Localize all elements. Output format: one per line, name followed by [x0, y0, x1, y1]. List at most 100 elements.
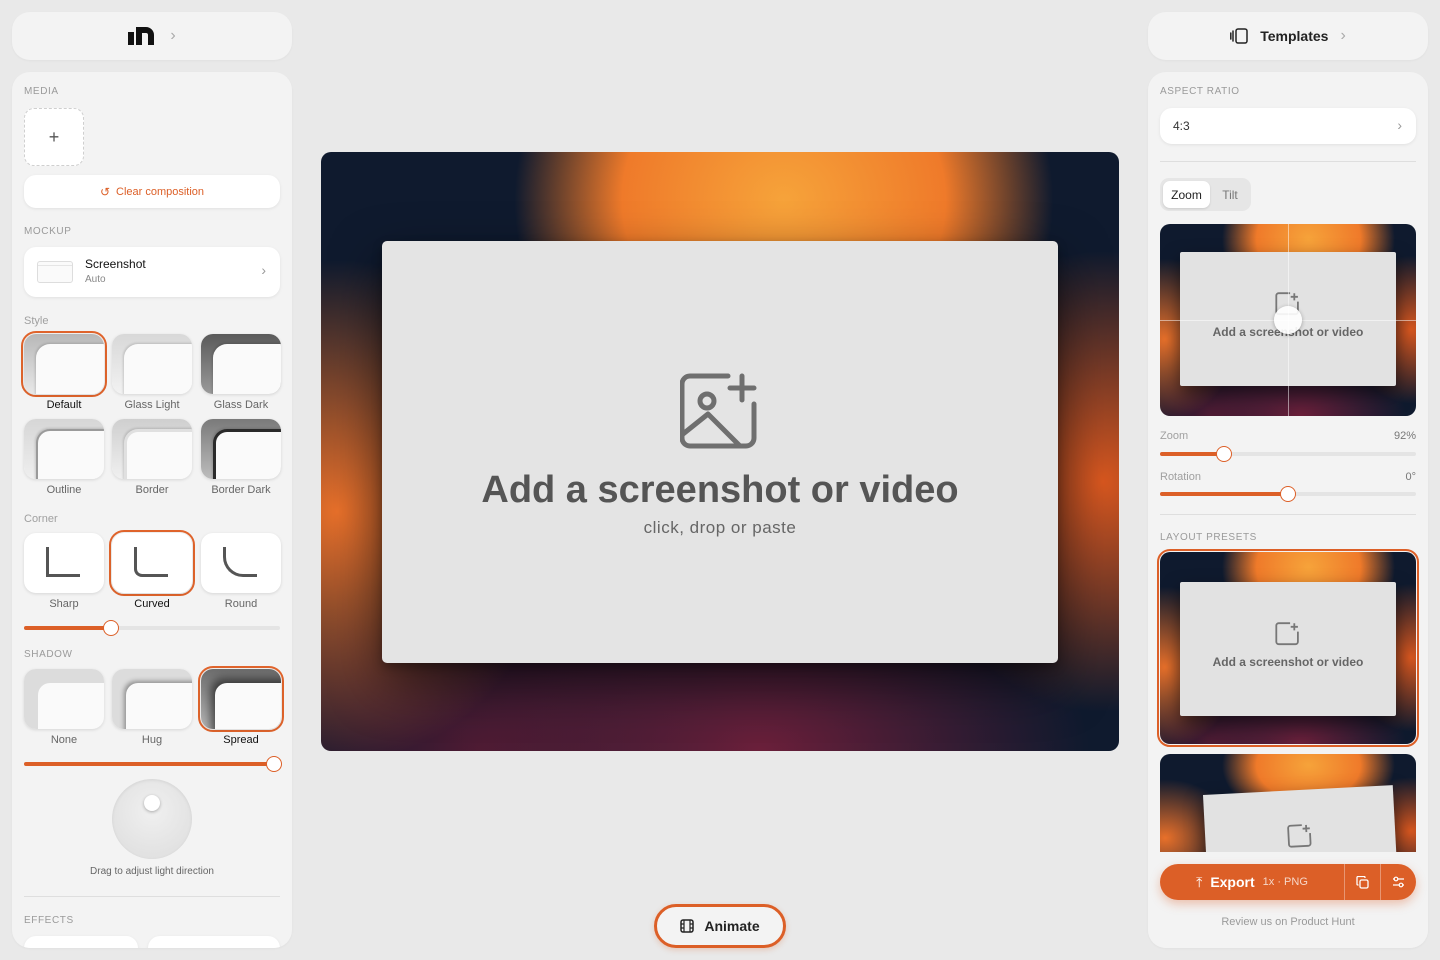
- zoom-label: Zoom: [1160, 430, 1189, 442]
- zoom-origin-handle[interactable]: [1274, 306, 1302, 334]
- shadow-slider-knob[interactable]: [266, 756, 282, 772]
- effect-card[interactable]: [24, 936, 138, 948]
- image-add-icon: [1287, 824, 1312, 848]
- corner-slider[interactable]: [24, 620, 280, 636]
- light-direction-hint: Drag to adjust light direction: [90, 866, 214, 877]
- export-settings-button[interactable]: [1380, 864, 1416, 900]
- screenshot-dropzone[interactable]: Add a screenshot or video click, drop or…: [382, 241, 1058, 663]
- style-option-label: Border: [135, 484, 169, 496]
- right-sidebar: ASPECT RATIO 4:3 › Zoom Tilt Add a scree…: [1148, 72, 1428, 948]
- right-topbar[interactable]: Templates ›: [1148, 12, 1428, 60]
- film-icon: [680, 919, 695, 933]
- style-option-default[interactable]: [24, 334, 104, 394]
- corner-option-label: Sharp: [49, 598, 79, 610]
- tab-zoom-label: Zoom: [1171, 187, 1202, 202]
- corner-slider-knob[interactable]: [103, 620, 119, 636]
- export-button-group: ⤒ Export 1x · PNG: [1160, 864, 1416, 900]
- plus-icon: +: [48, 126, 60, 147]
- effect-card[interactable]: [148, 936, 280, 948]
- divider: [1160, 514, 1416, 515]
- shadow-option-label: None: [50, 734, 78, 746]
- chevron-right-icon: ›: [261, 262, 266, 278]
- corner-option-round[interactable]: [201, 533, 281, 593]
- animate-button[interactable]: Animate: [654, 904, 786, 948]
- tab-tilt-label: Tilt: [1222, 187, 1238, 202]
- style-option-label: Glass Light: [124, 399, 180, 411]
- rotation-label: Rotation: [1160, 471, 1201, 483]
- mockup-subtitle: Auto: [85, 274, 106, 285]
- light-direction-dial[interactable]: [112, 779, 192, 859]
- style-option-label: Outline: [46, 484, 82, 496]
- shadow-option-label: Spread: [223, 734, 259, 746]
- mockup-selector[interactable]: Screenshot Auto ›: [24, 247, 280, 297]
- tab-tilt[interactable]: Tilt: [1212, 181, 1248, 208]
- rotation-slider-fill: [1160, 492, 1288, 496]
- corner-option-sharp[interactable]: [24, 533, 104, 593]
- export-button[interactable]: ⤒ Export 1x · PNG: [1160, 864, 1344, 900]
- media-section-label: MEDIA: [24, 86, 59, 97]
- layout-presets-label: LAYOUT PRESETS: [1160, 532, 1257, 543]
- left-topbar: ›: [12, 12, 292, 60]
- image-add-icon: [680, 373, 757, 449]
- shadow-option-label: Hug: [141, 734, 163, 746]
- composition-canvas[interactable]: Add a screenshot or video click, drop or…: [321, 152, 1119, 751]
- style-option-border-dark[interactable]: [201, 419, 281, 479]
- divider: [24, 896, 280, 897]
- dropzone-title: Add a screenshot or video: [481, 469, 959, 511]
- light-direction-handle[interactable]: [144, 795, 160, 811]
- corner-slider-fill: [24, 626, 111, 630]
- image-add-icon: [1275, 622, 1299, 646]
- shadow-option-spread[interactable]: [201, 669, 281, 729]
- export-label: Export: [1210, 874, 1255, 890]
- brand-logo-icon[interactable]: [128, 27, 158, 45]
- rotation-value: 0°: [1405, 471, 1416, 483]
- style-option-outline[interactable]: [24, 419, 104, 479]
- divider: [1160, 161, 1416, 162]
- style-option-glass-light[interactable]: [112, 334, 192, 394]
- left-sidebar: MEDIA + ↺ Clear composition MOCKUP Scree…: [12, 72, 292, 948]
- dropzone-subtitle: click, drop or paste: [643, 518, 797, 537]
- product-hunt-link[interactable]: Review us on Product Hunt: [1148, 916, 1428, 928]
- shadow-slider[interactable]: [24, 756, 282, 772]
- preset-title: Add a screenshot or video: [1212, 655, 1364, 669]
- clear-composition-button[interactable]: ↺ Clear composition: [24, 175, 280, 208]
- corner-option-curved[interactable]: [112, 533, 192, 593]
- layout-preset[interactable]: Add a screenshot or video: [1160, 552, 1416, 744]
- transform-tabs: Zoom Tilt: [1160, 178, 1251, 211]
- export-meta: 1x · PNG: [1262, 876, 1308, 888]
- zoom-preview[interactable]: Add a screenshot or video: [1160, 224, 1416, 416]
- shadow-option-hug[interactable]: [112, 669, 192, 729]
- reset-icon: ↺: [99, 184, 110, 199]
- add-media-button[interactable]: +: [24, 108, 84, 166]
- zoom-slider[interactable]: [1160, 446, 1416, 462]
- zoom-slider-fill: [1160, 452, 1224, 456]
- mockup-section-label: MOCKUP: [24, 226, 72, 237]
- aspect-ratio-label: ASPECT RATIO: [1160, 86, 1240, 97]
- style-label: Style: [24, 315, 49, 327]
- shadow-slider-fill: [24, 762, 280, 766]
- sliders-icon: [1393, 876, 1404, 888]
- shadow-option-none[interactable]: [24, 669, 104, 729]
- tab-zoom[interactable]: Zoom: [1163, 181, 1210, 208]
- clear-composition-label: Clear composition: [116, 185, 205, 198]
- chevron-right-icon: ›: [1397, 117, 1402, 133]
- effects-section-label: EFFECTS: [24, 915, 74, 926]
- chevron-right-icon[interactable]: ›: [170, 27, 175, 45]
- corner-option-label: Round: [224, 598, 258, 610]
- rotation-slider[interactable]: [1160, 486, 1416, 502]
- copy-button[interactable]: [1344, 864, 1380, 900]
- zoom-slider-knob[interactable]: [1216, 446, 1232, 462]
- aspect-ratio-select[interactable]: 4:3 ›: [1160, 108, 1416, 144]
- style-option-label: Glass Dark: [213, 399, 269, 411]
- shadow-section-label: SHADOW: [24, 649, 73, 660]
- style-option-label: Border Dark: [211, 484, 271, 496]
- style-option-border[interactable]: [112, 419, 192, 479]
- style-option-glass-dark[interactable]: [201, 334, 281, 394]
- copy-icon: [1356, 875, 1369, 889]
- corner-option-label: Curved: [134, 598, 170, 610]
- rotation-slider-knob[interactable]: [1280, 486, 1296, 502]
- templates-icon: [1230, 28, 1248, 44]
- style-option-label: Default: [46, 399, 82, 411]
- preset-dropzone: Add a screenshot or video: [1180, 582, 1396, 716]
- aspect-ratio-value: 4:3: [1173, 119, 1190, 133]
